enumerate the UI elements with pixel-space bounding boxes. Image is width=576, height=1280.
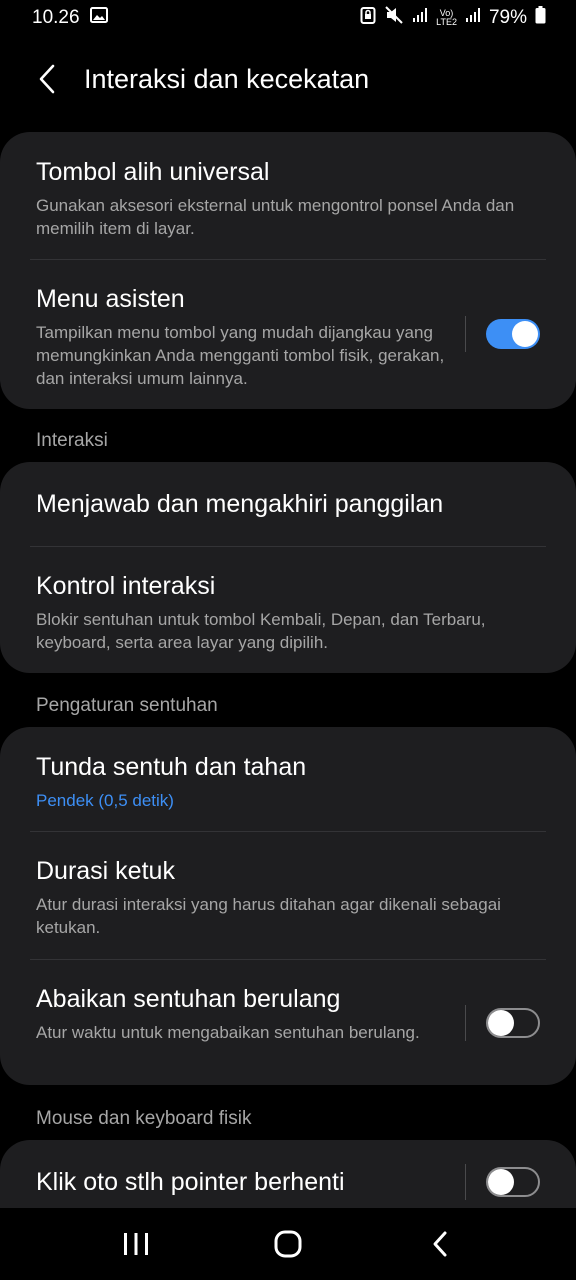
recents-icon	[124, 1233, 148, 1255]
item-title: Klik oto stlh pointer berhenti	[36, 1168, 345, 1196]
item-title: Abaikan sentuhan berulang	[36, 985, 341, 1013]
assistant-menu-toggle[interactable]	[486, 319, 540, 349]
item-title: Menjawab dan mengakhiri panggilan	[36, 490, 444, 518]
navigation-bar	[0, 1208, 576, 1280]
ignore-repeated-toggle-wrap	[465, 1005, 540, 1041]
item-title: Durasi ketuk	[36, 857, 175, 885]
interaction-control-item[interactable]: Kontrol interaksi Blokir sentuhan untuk …	[0, 570, 576, 654]
chevron-left-icon	[39, 64, 55, 94]
item-subtitle: Atur waktu untuk mengabaikan sentuhan be…	[36, 1023, 420, 1042]
section-label-interaksi: Interaksi	[36, 430, 108, 451]
back-icon	[433, 1231, 447, 1257]
page-title: Interaksi dan kecekatan	[84, 63, 370, 94]
signal-icon-1	[412, 7, 428, 29]
separator-line	[465, 1005, 466, 1041]
divider	[30, 831, 546, 832]
divider	[30, 546, 546, 547]
tap-duration-item[interactable]: Durasi ketuk Atur durasi interaksi yang …	[0, 855, 576, 939]
card-general: Tombol alih universal Gunakan aksesori e…	[0, 132, 576, 409]
item-value: Pendek (0,5 detik)	[36, 791, 174, 810]
mute-icon	[384, 6, 404, 30]
network-label: Vo) LTE2	[436, 8, 457, 27]
item-subtitle: Blokir sentuhan untuk tombol Kembali, De…	[36, 610, 486, 652]
section-label-mouse-keyboard: Mouse dan keyboard fisik	[36, 1108, 252, 1129]
auto-click-toggle[interactable]	[486, 1167, 540, 1197]
answer-end-calls-item[interactable]: Menjawab dan mengakhiri panggilan	[0, 488, 576, 520]
touch-hold-delay-item[interactable]: Tunda sentuh dan tahan Pendek (0,5 detik…	[0, 751, 576, 812]
item-subtitle: Tampilkan menu tombol yang mudah dijangk…	[36, 323, 445, 388]
separator-line	[465, 316, 466, 352]
status-time: 10.26	[32, 7, 80, 28]
status-bar: 10.26 Vo) LTE2 79%	[0, 0, 576, 36]
separator-line	[465, 1164, 466, 1200]
ignore-repeated-toggle[interactable]	[486, 1008, 540, 1038]
universal-switch-item[interactable]: Tombol alih universal Gunakan aksesori e…	[0, 156, 576, 240]
item-title: Kontrol interaksi	[36, 572, 216, 600]
item-subtitle: Atur durasi interaksi yang harus ditahan…	[36, 895, 501, 937]
item-title: Tunda sentuh dan tahan	[36, 753, 307, 781]
home-icon	[274, 1230, 302, 1258]
section-label-touch-settings: Pengaturan sentuhan	[36, 695, 218, 716]
battery-icon	[535, 6, 546, 30]
card-touch: Tunda sentuh dan tahan Pendek (0,5 detik…	[0, 727, 576, 1085]
card-interaction: Menjawab dan mengakhiri panggilan Kontro…	[0, 462, 576, 673]
gallery-icon	[89, 7, 108, 29]
battery-percent: 79%	[488, 7, 527, 28]
recents-button[interactable]	[96, 1214, 176, 1274]
app-header: Interaksi dan kecekatan	[0, 44, 576, 114]
back-button[interactable]	[12, 44, 82, 114]
item-title: Menu asisten	[36, 285, 185, 313]
signal-icon-2	[465, 7, 481, 29]
divider	[30, 259, 546, 260]
divider	[30, 959, 546, 960]
item-subtitle: Gunakan aksesori eksternal untuk mengont…	[36, 196, 515, 238]
assistant-menu-toggle-wrap	[465, 316, 540, 352]
card-mouse: Klik oto stlh pointer berhenti	[0, 1140, 576, 1208]
auto-click-toggle-wrap	[465, 1164, 540, 1200]
home-button[interactable]	[248, 1214, 328, 1274]
item-title: Tombol alih universal	[36, 158, 270, 186]
lock-notification-icon	[360, 6, 376, 30]
back-nav-button[interactable]	[400, 1214, 480, 1274]
